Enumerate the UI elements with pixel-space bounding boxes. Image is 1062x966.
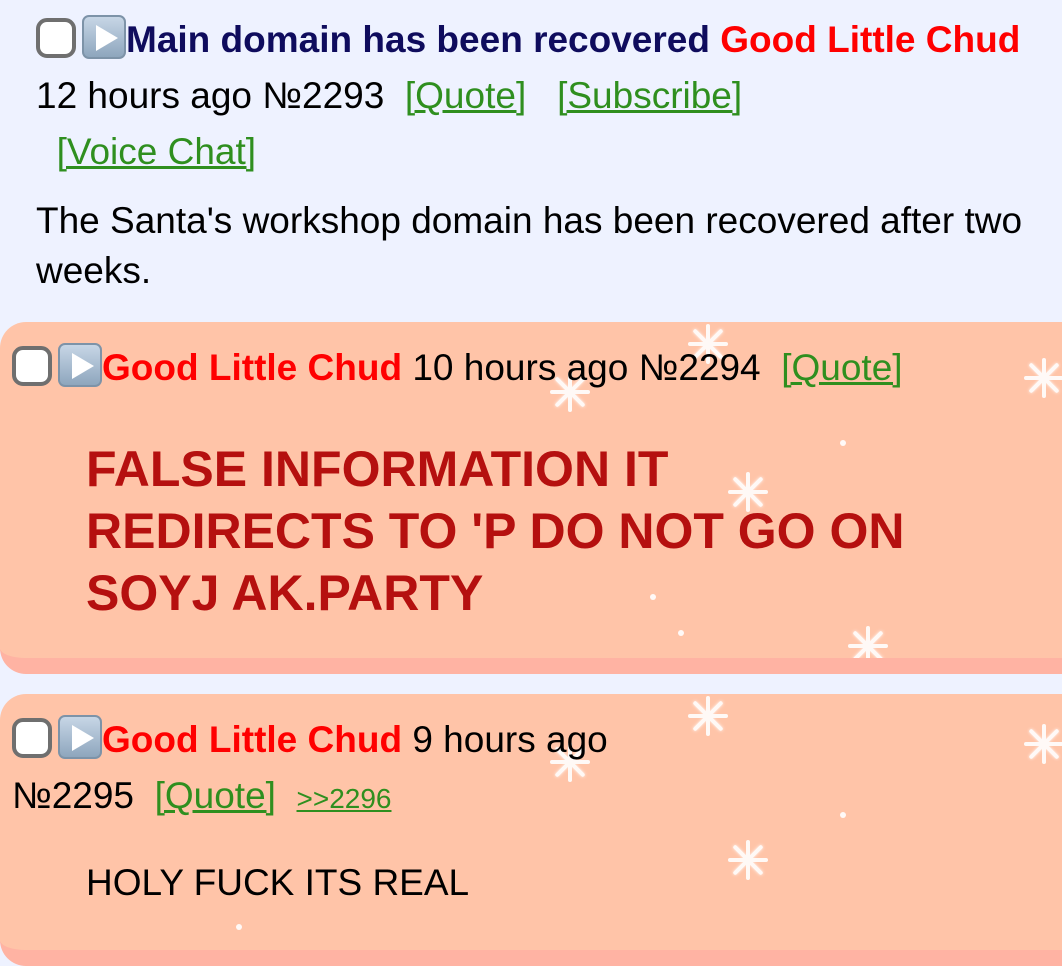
reply-post-2295: Good Little Chud 9 hours ago №2295 [Quot… — [0, 694, 1062, 966]
op-post-body: The Santa's workshop domain has been rec… — [36, 200, 1023, 291]
play-icon[interactable] — [58, 715, 102, 759]
reply-post-body: FALSE INFORMATION IT REDIRECTS TO 'P DO … — [86, 441, 905, 621]
poster-name: Good Little Chud — [720, 19, 1021, 60]
select-checkbox-icon[interactable] — [12, 346, 52, 386]
snowflake-icon — [1024, 724, 1062, 764]
post-number[interactable]: №2293 — [262, 75, 384, 116]
op-post: Main domain has been recovered Good Litt… — [0, 0, 1062, 318]
post-number[interactable]: №2294 — [639, 347, 761, 388]
post-time: 9 hours ago — [412, 719, 608, 760]
subscribe-link[interactable]: [Subscribe] — [557, 75, 742, 116]
post-subject: Main domain has been recovered — [126, 19, 710, 60]
select-checkbox-icon[interactable] — [12, 718, 52, 758]
post-number[interactable]: №2295 — [12, 775, 134, 816]
post-time: 10 hours ago — [412, 347, 629, 388]
snowflake-icon — [728, 840, 768, 880]
snow-dot — [678, 630, 684, 636]
select-checkbox-icon[interactable] — [36, 18, 76, 58]
snow-dot — [236, 924, 242, 930]
play-icon[interactable] — [58, 343, 102, 387]
reply-post-2294: Good Little Chud 10 hours ago №2294 [Quo… — [0, 322, 1062, 674]
reply-post-header: Good Little Chud 10 hours ago №2294 [Quo… — [12, 340, 1052, 396]
play-icon[interactable] — [82, 15, 126, 59]
backlink[interactable]: >>2296 — [297, 783, 392, 814]
post-time: 12 hours ago — [36, 75, 253, 116]
reply-post-body: HOLY FUCK ITS REAL — [86, 862, 470, 903]
snowflake-icon — [688, 696, 728, 736]
poster-name: Good Little Chud — [102, 347, 403, 388]
quote-link[interactable]: [Quote] — [781, 347, 902, 388]
quote-link[interactable]: [Quote] — [155, 775, 276, 816]
reply-post-header: Good Little Chud 9 hours ago №2295 [Quot… — [12, 712, 612, 827]
snowflake-icon — [848, 626, 888, 658]
poster-name: Good Little Chud — [102, 719, 403, 760]
quote-link[interactable]: [Quote] — [405, 75, 526, 116]
snow-dot — [840, 812, 846, 818]
op-post-header: Main domain has been recovered Good Litt… — [36, 12, 1036, 180]
voice-chat-link[interactable]: [Voice Chat] — [57, 131, 257, 172]
